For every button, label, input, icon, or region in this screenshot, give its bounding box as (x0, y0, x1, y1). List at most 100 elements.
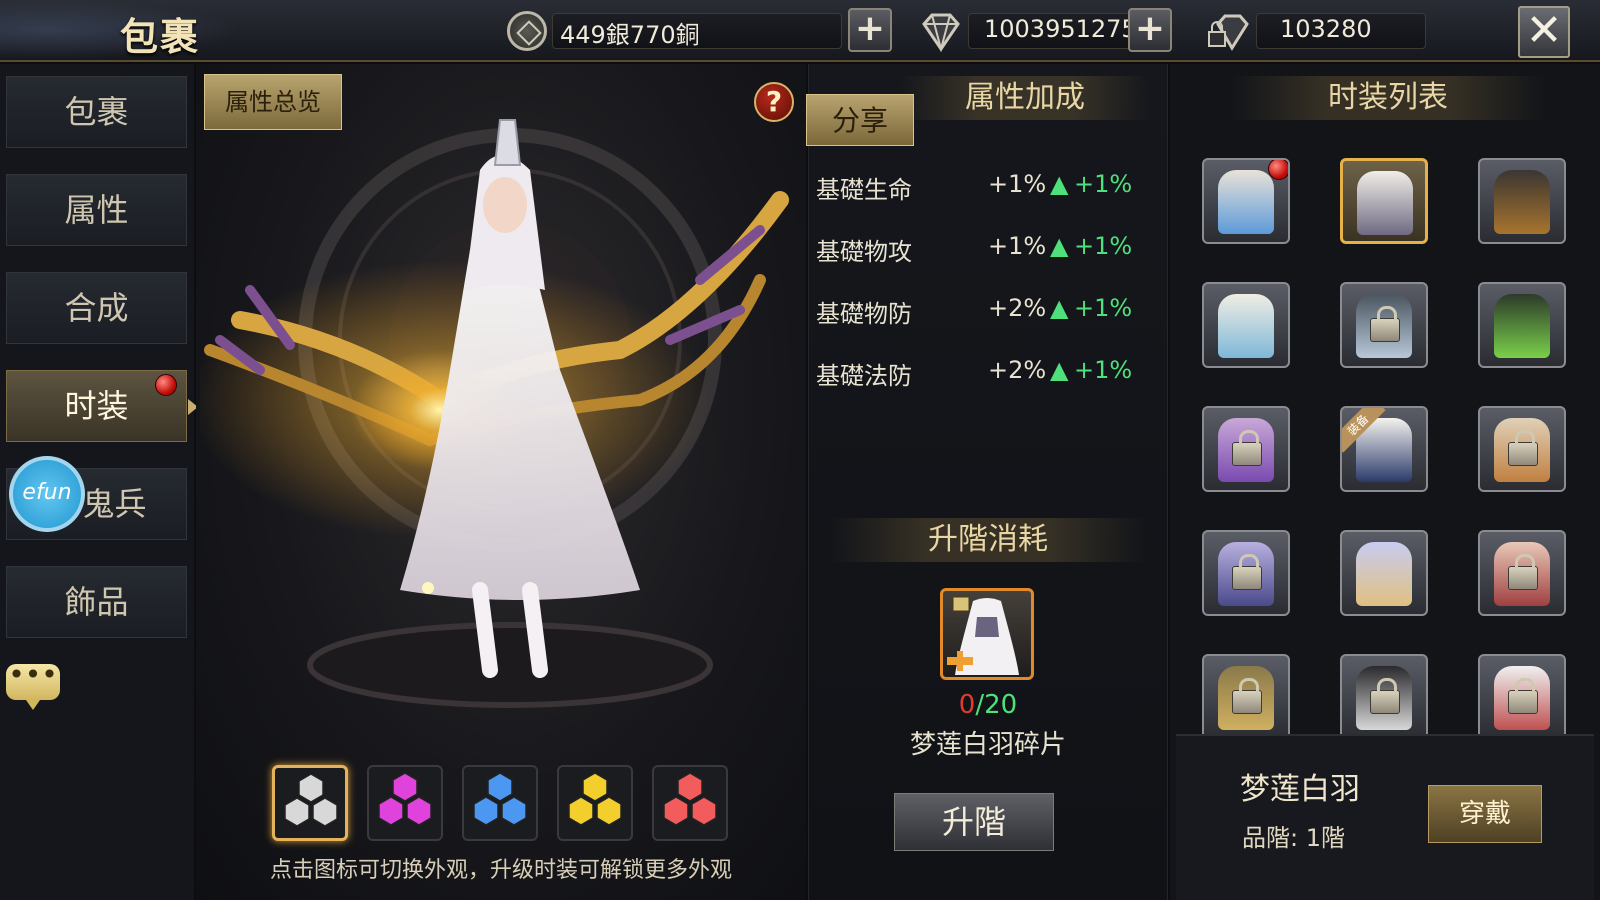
costume-slot[interactable] (1340, 654, 1428, 734)
currency-text: 449銀770銅 (560, 21, 700, 49)
appearance-hint-text: 点击图标可切换外观，升级时装可解锁更多外观 (269, 858, 732, 883)
attribute-row: 基礎法防 +2% ▲ +1% (816, 356, 1156, 396)
sidebar-item-label: 属性 (64, 191, 129, 229)
costume-slot[interactable] (1478, 406, 1566, 492)
fragment-need: /20 (975, 690, 1018, 720)
costume-slot[interactable] (1478, 530, 1566, 616)
attribute-row: 基礎物防 +2% ▲ +1% (816, 294, 1156, 334)
hexagon-cluster-icon (473, 772, 527, 826)
notification-dot (1268, 160, 1288, 180)
diamond-icon (922, 13, 960, 52)
hexagon-cluster-icon (663, 772, 717, 826)
color-option[interactable] (652, 765, 728, 841)
attribute-value: +1% (988, 170, 1047, 198)
costume-thumbnail (1218, 294, 1274, 358)
attribute-bonus: +1% (1074, 294, 1133, 322)
color-option[interactable] (272, 765, 348, 841)
lock-icon (1232, 678, 1262, 714)
close-button[interactable]: ✕ (1518, 6, 1570, 58)
coin-icon (507, 11, 547, 51)
add-diamond-button[interactable]: + (1128, 8, 1172, 52)
lock-icon (1370, 306, 1400, 342)
selected-costume-name: 梦莲白羽 (1240, 772, 1360, 807)
costume-slot[interactable]: 装备 (1340, 406, 1428, 492)
costume-slot[interactable] (1340, 530, 1428, 616)
lock-icon (1232, 554, 1262, 590)
color-option[interactable] (557, 765, 633, 841)
lock-icon (1508, 430, 1538, 466)
costume-thumbnail (1494, 294, 1550, 358)
up-arrow-icon: ▲ (1050, 170, 1069, 198)
costume-thumbnail (1218, 170, 1274, 234)
selected-costume-grade: 品階: 1階 (1242, 824, 1345, 852)
attribute-value: +2% (988, 294, 1047, 322)
attribute-bonus: +1% (1074, 356, 1133, 384)
locked-diamond-icon (1208, 14, 1249, 51)
sidebar-item-label: 合成 (64, 289, 129, 327)
add-currency-button[interactable]: + (848, 8, 892, 52)
sidebar-item-synthesis[interactable]: 合成 (6, 272, 187, 344)
sidebar-item-attributes[interactable]: 属性 (6, 174, 187, 246)
costume-slot[interactable] (1202, 158, 1290, 244)
up-arrow-icon: ▲ (1050, 356, 1069, 384)
attribute-bonus-title: 属性加成 (900, 76, 1150, 120)
sidebar-item-label: 飾品 (64, 583, 129, 621)
upgrade-button[interactable]: 升階 (894, 793, 1054, 851)
diamond-amount: 1003951275 (984, 15, 1137, 43)
fragment-have: 0 (958, 690, 976, 720)
sidebar-item-label: 包裹 (64, 93, 129, 131)
costume-slot[interactable] (1202, 282, 1290, 368)
up-arrow-icon: ▲ (1050, 232, 1069, 260)
lock-icon (1508, 678, 1538, 714)
efun-logo: efun (22, 480, 72, 505)
costume-slot[interactable] (1202, 654, 1290, 734)
up-arrow-icon: ▲ (1050, 294, 1069, 322)
costume-slot[interactable] (1478, 282, 1566, 368)
efun-floating-button[interactable]: efun (9, 456, 85, 532)
costume-list-title: 时装列表 (1230, 76, 1546, 120)
costume-slot[interactable] (1340, 282, 1428, 368)
sidebar-item-accessories[interactable]: 飾品 (6, 566, 187, 638)
fragment-item-icon[interactable] (940, 588, 1034, 680)
chat-button[interactable]: ••• (6, 661, 60, 710)
fragment-count: 0/20 (808, 690, 1168, 720)
wear-button[interactable]: 穿戴 (1428, 785, 1542, 843)
chat-icon: ••• (8, 658, 58, 691)
attribute-value: +1% (988, 232, 1047, 260)
page-title: 包裹 (120, 14, 201, 59)
lock-icon (1370, 678, 1400, 714)
lock-icon (1508, 554, 1538, 590)
costume-slot[interactable] (1340, 158, 1428, 244)
upgrade-cost-title: 升階消耗 (830, 518, 1146, 562)
attribute-overview-tab[interactable]: 属性总览 (204, 74, 342, 130)
attribute-name: 基礎物攻 (816, 238, 912, 266)
fragment-name: 梦莲白羽碎片 (909, 730, 1066, 760)
color-option[interactable] (367, 765, 443, 841)
attribute-row: 基礎物攻 +1% ▲ +1% (816, 232, 1156, 272)
attribute-bonus: +1% (1074, 232, 1133, 260)
costume-slot[interactable] (1478, 654, 1566, 734)
costume-slot[interactable] (1202, 406, 1290, 492)
lock-icon (1232, 430, 1262, 466)
attribute-row: 基礎生命 +1% ▲ +1% (816, 170, 1156, 210)
attribute-bonus: +1% (1074, 170, 1133, 198)
sidebar-item-bag[interactable]: 包裹 (6, 76, 187, 148)
costume-slot[interactable] (1478, 158, 1566, 244)
character-model (200, 119, 789, 708)
help-button[interactable]: ? (754, 82, 794, 122)
sidebar-item-label: 时装 (64, 387, 129, 425)
attribute-value: +2% (988, 356, 1047, 384)
costume-thumbnail (1357, 171, 1413, 235)
close-icon: ✕ (1525, 5, 1563, 56)
costume-slot[interactable] (1202, 530, 1290, 616)
costume-thumbnail (1356, 542, 1412, 606)
attribute-name: 基礎法防 (816, 362, 912, 390)
question-icon: ? (765, 85, 783, 118)
attribute-name: 基礎物防 (816, 300, 912, 328)
share-tab[interactable]: 分享 (806, 94, 914, 146)
color-option[interactable] (462, 765, 538, 841)
costume-grid: 装备 (1176, 150, 1594, 734)
bound-diamond-amount: 103280 (1280, 15, 1372, 43)
top-bar: 包裹 449銀770銅 + 1003951275 + 103280 ✕ (0, 0, 1600, 62)
attribute-name: 基礎生命 (816, 176, 912, 204)
